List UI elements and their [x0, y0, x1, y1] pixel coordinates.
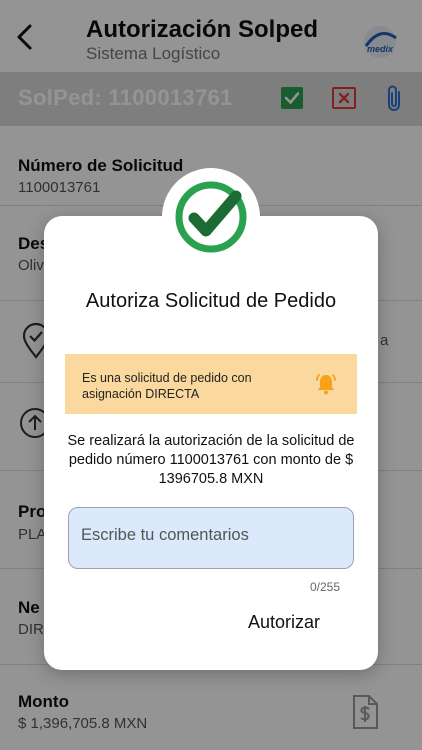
comment-field[interactable]	[68, 507, 354, 569]
check-circle-icon	[175, 181, 247, 253]
character-counter: 0/255	[309, 580, 340, 594]
dialog-title: Autoriza Solicitud de Pedido	[85, 290, 337, 312]
comment-input[interactable]	[81, 526, 341, 545]
authorization-message: Se realizará la autorización de la solic…	[67, 433, 355, 487]
alert-text: Es una solicitud de pedido con asignació…	[82, 371, 252, 401]
bell-ring-icon	[316, 374, 336, 395]
authorize-button[interactable]: Autorizar	[248, 612, 320, 633]
